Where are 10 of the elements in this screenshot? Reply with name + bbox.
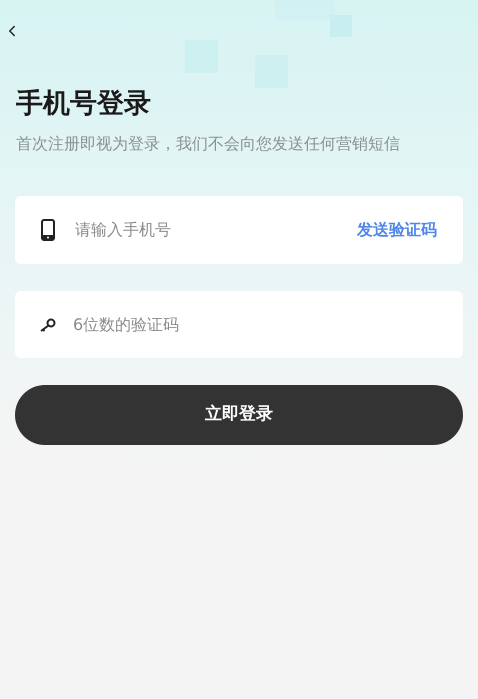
key-icon — [39, 318, 57, 332]
send-code-link[interactable]: 发送验证码 — [357, 218, 437, 242]
login-button[interactable]: 立即登录 — [15, 385, 463, 445]
subtitle-text: 首次注册即视为登录，我们不会向您发送任何营销短信 — [16, 133, 400, 155]
phone-icon — [41, 219, 55, 241]
phone-input-field[interactable]: 请输入手机号 发送验证码 — [15, 196, 463, 264]
phone-input[interactable]: 请输入手机号 — [75, 218, 357, 242]
code-input-field[interactable]: 6位数的验证码 — [15, 291, 463, 358]
page-title: 手机号登录 — [16, 87, 151, 121]
code-input[interactable]: 6位数的验证码 — [73, 312, 439, 336]
